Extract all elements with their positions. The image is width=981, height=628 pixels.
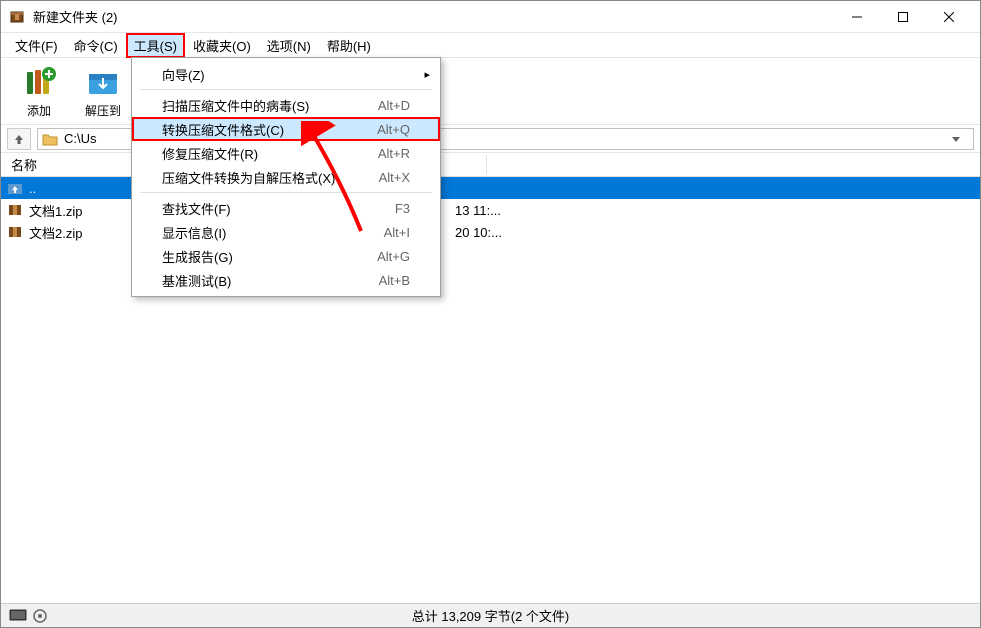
folder-icon [42, 131, 58, 147]
maximize-button[interactable] [880, 1, 926, 33]
up-button[interactable] [7, 128, 31, 150]
dd-wizard[interactable]: 向导(Z) [132, 62, 440, 86]
titlebar: 新建文件夹 (2) [1, 1, 980, 33]
keyboard-icon [9, 609, 27, 623]
tool-extract-label: 解压到 [85, 102, 121, 119]
minimize-button[interactable] [834, 1, 880, 33]
dd-convert-archive[interactable]: 转换压缩文件格式(C) Alt+Q [132, 117, 440, 141]
menu-favorites[interactable]: 收藏夹(O) [185, 33, 259, 58]
window-title: 新建文件夹 (2) [33, 7, 118, 26]
dd-show-info[interactable]: 显示信息(I) Alt+I [132, 220, 440, 244]
tools-dropdown: 向导(Z) 扫描压缩文件中的病毒(S) Alt+D 转换压缩文件格式(C) Al… [131, 57, 441, 297]
menu-options[interactable]: 选项(N) [259, 33, 319, 58]
extract-icon [85, 64, 121, 100]
dd-separator [140, 89, 432, 90]
file-date: 13 11:... [455, 203, 501, 218]
tool-add[interactable]: 添加 [9, 61, 69, 121]
tool-add-label: 添加 [27, 102, 51, 119]
menu-commands[interactable]: 命令(C) [66, 33, 126, 58]
statusbar: 总计 13,209 字节(2 个文件) [1, 603, 980, 627]
file-date: 20 10:... [455, 225, 502, 240]
window-controls [834, 1, 972, 33]
up-folder-icon [7, 180, 23, 196]
menu-help[interactable]: 帮助(H) [319, 33, 379, 58]
status-text: 总计 13,209 字节(2 个文件) [412, 606, 570, 625]
dd-separator [140, 192, 432, 193]
zip-icon [7, 224, 23, 240]
tool-extract[interactable]: 解压到 [73, 61, 133, 121]
address-dropdown-icon[interactable] [951, 134, 969, 144]
dd-repair-archive[interactable]: 修复压缩文件(R) Alt+R [132, 141, 440, 165]
app-icon [9, 9, 25, 25]
menubar: 文件(F) 命令(C) 工具(S) 收藏夹(O) 选项(N) 帮助(H) [1, 33, 980, 57]
status-icons [9, 609, 47, 623]
zip-icon [7, 202, 23, 218]
dd-benchmark[interactable]: 基准测试(B) Alt+B [132, 268, 440, 292]
dd-find-files[interactable]: 查找文件(F) F3 [132, 196, 440, 220]
menu-tools[interactable]: 工具(S) [126, 33, 185, 58]
menu-file[interactable]: 文件(F) [7, 33, 66, 58]
books-add-icon [21, 64, 57, 100]
dd-convert-sfx[interactable]: 压缩文件转换为自解压格式(X) Alt+X [132, 165, 440, 189]
dd-generate-report[interactable]: 生成报告(G) Alt+G [132, 244, 440, 268]
close-button[interactable] [926, 1, 972, 33]
disc-icon [33, 609, 47, 623]
dd-scan-virus[interactable]: 扫描压缩文件中的病毒(S) Alt+D [132, 93, 440, 117]
